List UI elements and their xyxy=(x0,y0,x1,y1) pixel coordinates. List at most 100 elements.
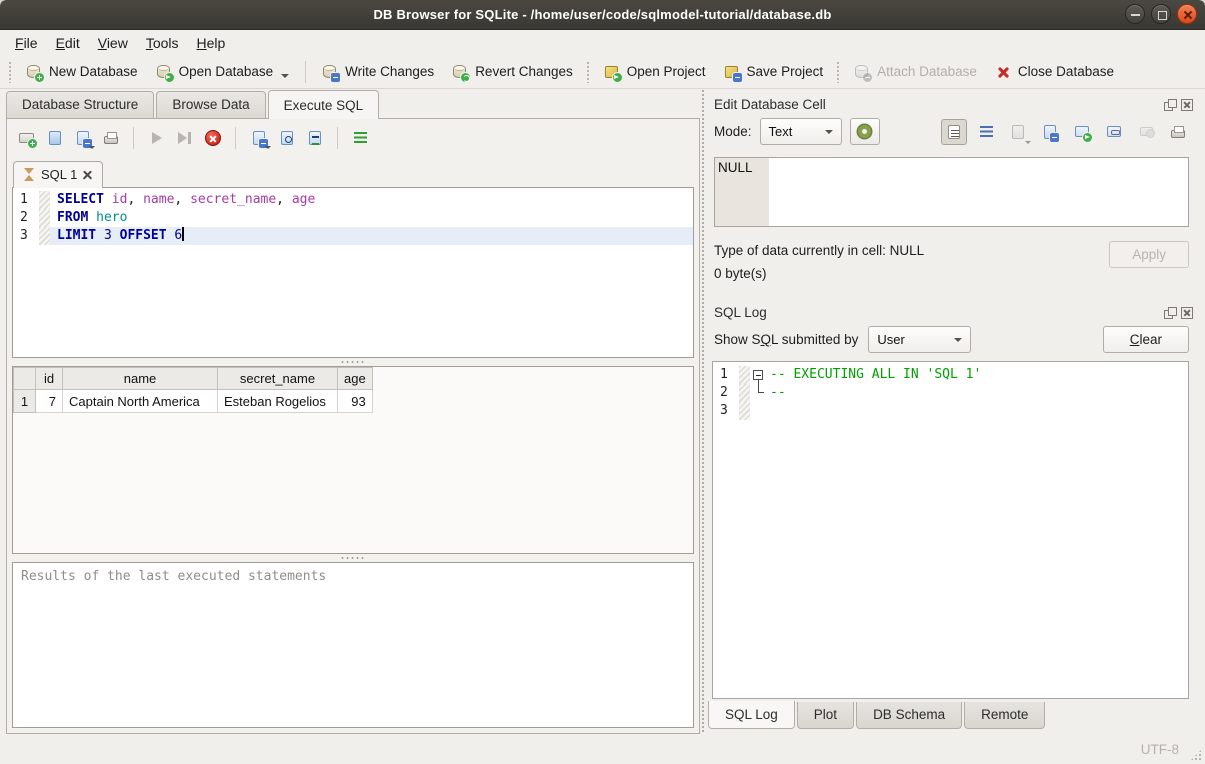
open-sql-file-button[interactable] xyxy=(42,126,67,150)
window-controls xyxy=(1125,4,1197,24)
menu-tools[interactable]: Tools xyxy=(137,32,188,54)
apply-button: Apply xyxy=(1109,241,1189,268)
cell-editor-icons xyxy=(941,119,1191,145)
write-changes-button[interactable]: Write Changes xyxy=(313,59,443,85)
titlebar[interactable]: DB Browser for SQLite - /home/user/code/… xyxy=(0,0,1205,30)
main-tab-bar: Database Structure Browse Data Execute S… xyxy=(6,89,700,118)
mode-label: Mode: xyxy=(714,124,752,139)
column-header-secret-name[interactable]: secret_name xyxy=(218,368,338,390)
close-database-button[interactable]: Close Database xyxy=(986,59,1123,85)
text-mode-button[interactable] xyxy=(941,119,967,145)
fold-collapse-icon[interactable] xyxy=(753,370,763,380)
column-header-age[interactable]: age xyxy=(338,368,373,390)
new-database-button[interactable]: New Database xyxy=(17,59,147,85)
cell-age[interactable]: 93 xyxy=(338,390,373,413)
toolbar-separator xyxy=(836,61,841,83)
toolbar-drag-handle[interactable] xyxy=(8,61,13,83)
cell-secret-name[interactable]: Esteban Rogelios xyxy=(218,390,338,413)
statusbar: UTF-8 xyxy=(0,734,1205,764)
sql-toolbar xyxy=(12,123,694,157)
maximize-icon[interactable] xyxy=(1151,4,1171,24)
tab-remote[interactable]: Remote xyxy=(964,702,1045,729)
toolbar-separator xyxy=(235,127,236,149)
close-database-icon xyxy=(995,64,1012,80)
splitter-editor-table[interactable] xyxy=(12,358,694,366)
chevron-down-icon xyxy=(954,338,962,342)
clear-button[interactable]: Clear xyxy=(1103,326,1189,353)
tab-execute-sql[interactable]: Execute SQL xyxy=(268,90,380,119)
execute-current-line-button xyxy=(172,126,197,150)
column-header-name[interactable]: name xyxy=(63,368,218,390)
print-cell-button[interactable] xyxy=(1165,119,1191,145)
write-changes-icon xyxy=(322,64,339,80)
menu-help[interactable]: Help xyxy=(188,32,235,54)
splitter-table-results[interactable] xyxy=(12,554,694,562)
tab-database-structure[interactable]: Database Structure xyxy=(6,91,154,118)
toolbar-separator xyxy=(305,61,306,83)
tab-browse-data[interactable]: Browse Data xyxy=(156,91,265,118)
export-results-button[interactable] xyxy=(246,126,271,150)
menu-edit[interactable]: Edit xyxy=(47,32,89,54)
tab-db-schema[interactable]: DB Schema xyxy=(856,702,962,729)
stop-execution-button[interactable] xyxy=(200,126,225,150)
mode-select[interactable]: Text xyxy=(760,118,842,145)
save-sql-file-button[interactable] xyxy=(70,126,95,150)
cell-id[interactable]: 7 xyxy=(36,390,63,413)
cell-name[interactable]: Captain North America xyxy=(63,390,218,413)
sql-tab[interactable]: SQL 1 xyxy=(13,161,103,188)
revert-changes-button[interactable]: Revert Changes xyxy=(443,59,582,85)
import-data-button xyxy=(1005,119,1031,145)
cell-value-editor[interactable]: NULL xyxy=(714,157,1189,227)
find-button[interactable] xyxy=(274,126,299,150)
menu-file[interactable]: File xyxy=(6,32,47,54)
column-header-id[interactable]: id xyxy=(36,368,63,390)
cell-size-info: 0 byte(s) xyxy=(714,262,924,285)
new-tab-button[interactable] xyxy=(14,126,39,150)
sql-log-header: SQL Log xyxy=(706,299,1199,324)
open-database-dropdown-icon[interactable] xyxy=(281,74,289,78)
close-panel-icon[interactable] xyxy=(1181,99,1193,111)
close-panel-icon[interactable] xyxy=(1181,307,1193,319)
submitted-by-select[interactable]: User xyxy=(868,326,971,353)
float-panel-icon[interactable] xyxy=(1164,307,1176,319)
export-external-button[interactable] xyxy=(1069,119,1095,145)
sql-log-editor[interactable]: 1 -- EXECUTING ALL IN 'SQL 1' 2 -- 3 xyxy=(712,361,1189,699)
open-database-button[interactable]: Open Database xyxy=(147,59,299,85)
word-wrap-button[interactable] xyxy=(973,119,999,145)
auto-format-button[interactable] xyxy=(348,126,373,150)
log-line: 2 -- xyxy=(713,384,1188,402)
cell-type-info: Type of data currently in cell: NULL xyxy=(714,239,924,262)
results-message-pane[interactable]: Results of the last executed statements xyxy=(12,562,694,728)
toolbar-separator xyxy=(337,127,338,149)
corner-header xyxy=(14,368,36,390)
gear-icon xyxy=(858,125,871,138)
tab-sql-log[interactable]: SQL Log xyxy=(708,701,795,729)
find-replace-button[interactable] xyxy=(302,126,327,150)
auto-switch-mode-button[interactable] xyxy=(850,118,880,145)
minimize-icon[interactable] xyxy=(1125,4,1145,24)
resize-grip[interactable] xyxy=(1190,749,1202,761)
save-project-button[interactable]: Save Project xyxy=(715,59,833,85)
sql-tab-bar: SQL 1 xyxy=(12,157,694,187)
save-as-button[interactable] xyxy=(1037,119,1063,145)
menu-view[interactable]: View xyxy=(89,32,137,54)
tab-plot[interactable]: Plot xyxy=(797,702,854,729)
execute-all-button xyxy=(144,126,169,150)
filter-label: Show SQL submitted by xyxy=(714,332,858,347)
sql-editor[interactable]: 1SELECT id, name, secret_name, age 2FROM… xyxy=(12,187,694,358)
close-icon[interactable] xyxy=(1177,4,1197,24)
main-toolbar: New Database Open Database Write Changes… xyxy=(0,55,1205,89)
close-tab-icon[interactable] xyxy=(83,170,92,179)
float-panel-icon[interactable] xyxy=(1164,99,1176,111)
table-row: 1 7 Captain North America Esteban Rogeli… xyxy=(14,390,373,413)
app-window: DB Browser for SQLite - /home/user/code/… xyxy=(0,0,1205,764)
chevron-down-icon xyxy=(825,130,833,134)
row-number[interactable]: 1 xyxy=(14,390,36,413)
link-button[interactable] xyxy=(1101,119,1127,145)
encoding-indicator[interactable]: UTF-8 xyxy=(1141,742,1179,757)
dock-tab-bar: SQL Log Plot DB Schema Remote xyxy=(706,702,1199,734)
window-title: DB Browser for SQLite - /home/user/code/… xyxy=(0,7,1205,22)
print-button[interactable] xyxy=(98,126,123,150)
open-project-button[interactable]: Open Project xyxy=(595,59,715,85)
cell-value: NULL xyxy=(715,158,769,226)
